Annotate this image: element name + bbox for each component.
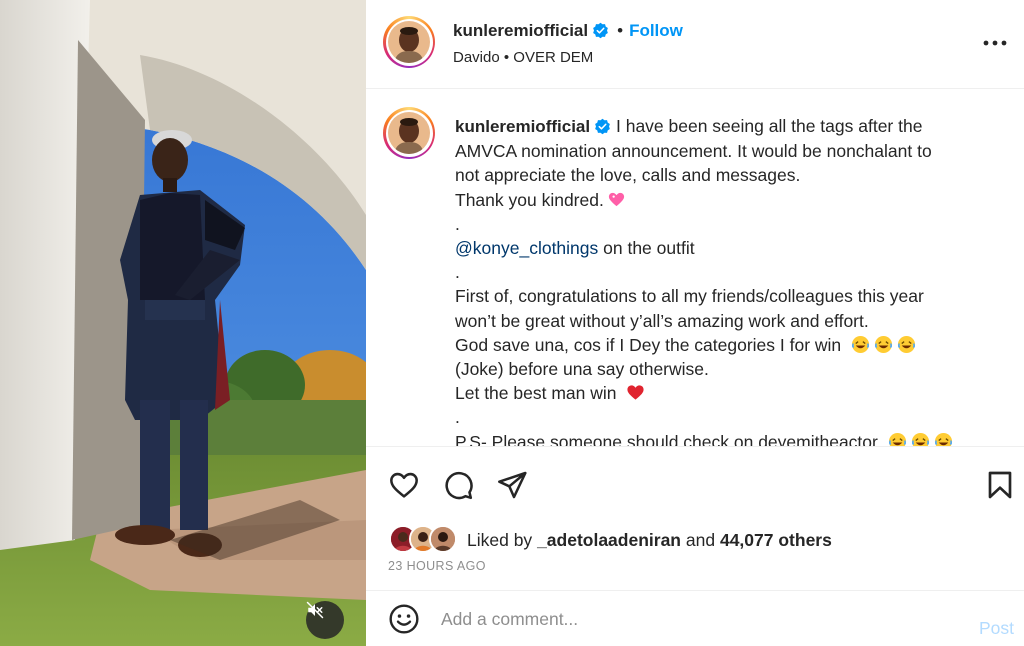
caption-line: Thank you kindred. (455, 188, 995, 212)
caption-line: kunleremiofficial I have been seeing all… (455, 114, 995, 139)
follow-button[interactable]: Follow (629, 21, 683, 40)
liker-username[interactable]: _adetolaadeniran (537, 530, 681, 550)
comment-input[interactable] (441, 605, 911, 633)
verified-badge-icon (593, 22, 608, 39)
author-avatar[interactable] (383, 16, 435, 68)
laughing-emoji-icon (851, 335, 870, 353)
post-details-panel: kunleremiofficial • Follow Davido • OVER D… (366, 0, 1024, 646)
bookmark-icon[interactable] (984, 469, 1016, 501)
likes-summary[interactable]: Liked by _adetolaadeniran and 44,077 oth… (389, 525, 832, 555)
likes-conjunction: and (685, 529, 716, 550)
red-heart-icon (627, 385, 644, 400)
caption-text: kunleremiofficial I have been seeing all… (455, 114, 995, 446)
caption-line: (Joke) before una say otherwise. (455, 359, 709, 380)
video-frame (0, 0, 366, 646)
likes-count[interactable]: 44,077 others (720, 530, 832, 550)
laughing-emoji-icon (897, 335, 916, 353)
post-timestamp[interactable]: 23 HOURS AGO (388, 559, 486, 573)
caption-line: AMVCA nomination announcement. It would … (455, 141, 932, 162)
heart-icon[interactable] (388, 469, 420, 501)
caption-line: @konye_clothings on the outfit (455, 236, 995, 260)
post-video[interactable] (0, 0, 366, 646)
caption-text-line: Thank you kindred. (455, 189, 604, 210)
caption-line: Let the best man win (455, 381, 995, 405)
muted-speaker-icon (306, 601, 324, 619)
sparkling-heart-icon (608, 192, 624, 206)
caption-line: First of, congratulations to all my frie… (455, 286, 924, 307)
caption-text-line: God save una, cos if I Dey the categorie… (455, 334, 842, 355)
more-options-icon[interactable] (982, 38, 1008, 48)
music-artist: Davido (453, 49, 500, 66)
likes-text: Liked by _adetolaadeniran and 44,077 oth… (467, 530, 832, 551)
verified-badge-icon (595, 118, 610, 135)
caption-line: P.S- Please someone should check on deye… (455, 430, 995, 446)
music-info[interactable]: Davido • OVER DEM (453, 49, 593, 66)
liker-avatars (389, 525, 461, 555)
likes-prefix: Liked by (467, 529, 533, 550)
comment-bar: Post (366, 590, 1024, 646)
caption-text-line: P.S- Please someone should check on deye… (455, 431, 878, 446)
caption-text-line: I have been seeing all the tags after th… (615, 116, 923, 136)
caption-text-line: on the outfit (598, 238, 695, 259)
post-header: kunleremiofficial • Follow Davido • OVER D… (366, 0, 1024, 89)
mute-button[interactable] (306, 601, 344, 639)
caption-author-avatar[interactable] (383, 107, 435, 159)
avatar (429, 525, 457, 553)
laughing-emoji-icon (934, 432, 952, 446)
caption-line: won’t be great without y’all’s amazing w… (455, 310, 869, 331)
caption-username[interactable]: kunleremiofficial (455, 117, 590, 136)
caption-text-line: Let the best man win (455, 383, 617, 404)
caption-line: not appreciate the love, calls and messa… (455, 165, 801, 186)
caption-line: . (455, 213, 460, 234)
post-caption: kunleremiofficial I have been seeing all… (366, 90, 1024, 446)
laughing-emoji-icon (874, 335, 893, 353)
caption-line: . (455, 262, 460, 283)
caption-line: . (455, 407, 460, 428)
comment-icon[interactable] (442, 469, 474, 501)
post-actions: Liked by _adetolaadeniran and 44,077 oth… (366, 446, 1024, 614)
laughing-emoji-icon (911, 432, 929, 446)
mention-link[interactable]: @konye_clothings (455, 238, 598, 258)
post-comment-button[interactable]: Post (979, 618, 1014, 639)
music-separator: • (499, 49, 514, 66)
caption-line: God save una, cos if I Dey the categorie… (455, 333, 995, 357)
author-line: kunleremiofficial • Follow (453, 21, 683, 41)
separator-dot: • (617, 21, 624, 40)
share-icon[interactable] (496, 469, 528, 501)
laughing-emoji-icon (888, 432, 906, 446)
author-username[interactable]: kunleremiofficial (453, 21, 588, 40)
music-track: OVER DEM (513, 49, 594, 66)
emoji-icon[interactable] (388, 603, 420, 635)
